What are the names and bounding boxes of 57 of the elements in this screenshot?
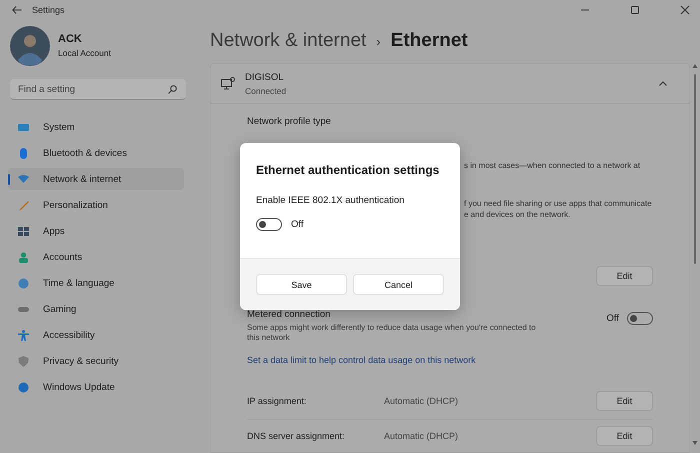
authentication-toggle[interactable] xyxy=(256,218,282,231)
description-text: f you need file sharing or use apps that communicate xyxy=(464,199,652,208)
profile-name: ACK xyxy=(58,33,83,45)
wifi-icon xyxy=(18,174,29,184)
metered-title: Metered connection xyxy=(247,309,332,320)
setting-label: DNS server assignment: xyxy=(247,431,346,441)
metered-toggle[interactable] xyxy=(627,312,653,325)
nav-item[interactable]: Gaming xyxy=(8,298,184,320)
shield-icon xyxy=(18,356,29,366)
toggle-state: Off xyxy=(606,313,619,324)
dialog-title: Ethernet authentication settings xyxy=(256,163,440,177)
breadcrumb-separator: › xyxy=(376,34,381,48)
cancel-button[interactable]: Cancel xyxy=(353,274,444,295)
setting-value: Automatic (DHCP) xyxy=(384,431,458,441)
back-arrow-icon[interactable] xyxy=(12,6,22,14)
connection-name: DIGISOL xyxy=(245,72,285,82)
avatar xyxy=(10,26,50,66)
nav-item[interactable]: Privacy & security xyxy=(8,350,184,372)
person-icon xyxy=(18,252,29,262)
setting-label: IP assignment: xyxy=(247,396,308,406)
maximize-icon[interactable] xyxy=(630,5,640,15)
nav-item[interactable]: Apps xyxy=(8,220,184,242)
nav-item[interactable]: Bluetooth & devices xyxy=(8,142,184,164)
edit-button[interactable]: Edit xyxy=(596,266,653,286)
nav-item[interactable]: Accounts xyxy=(8,246,184,268)
save-button[interactable]: Save xyxy=(256,274,347,295)
monitor-icon xyxy=(18,122,29,132)
data-limit-link[interactable]: Set a data limit to help control data usage on this network xyxy=(247,355,653,365)
nav-item[interactable]: Windows Update xyxy=(8,376,184,398)
page-title: Ethernet xyxy=(390,30,468,52)
nav-item[interactable]: Accessibility xyxy=(8,324,184,346)
brush-icon xyxy=(18,200,29,210)
search-field[interactable]: Find a setting xyxy=(10,79,186,100)
close-icon[interactable] xyxy=(680,5,690,15)
search-icon xyxy=(168,85,177,94)
scrollbar[interactable] xyxy=(691,62,699,447)
account-type: Local Account xyxy=(58,48,111,58)
nav-item[interactable]: Personalization xyxy=(8,194,184,216)
edit-button[interactable]: Edit xyxy=(596,391,653,411)
metered-description: Some apps might work differently to reduce data usage when you're connected to this network xyxy=(247,323,537,343)
breadcrumb-parent[interactable]: Network & internet xyxy=(210,30,366,52)
accessibility-icon xyxy=(18,330,29,340)
description-text: e and devices on the network. xyxy=(464,210,570,219)
connection-status: Connected xyxy=(245,86,288,96)
window-title: Settings xyxy=(32,5,65,15)
option-label: Enable IEEE 802.1X authentication xyxy=(256,195,404,206)
profile-type-label: Network profile type xyxy=(247,116,332,127)
edit-button[interactable]: Edit xyxy=(596,426,653,446)
setting-value: Automatic (DHCP) xyxy=(384,396,458,406)
description-text: s in most cases—when connected to a network at xyxy=(464,161,640,170)
toggle-state: Off xyxy=(291,219,304,230)
nav-item[interactable]: Network & internet xyxy=(8,168,184,190)
nav-item[interactable]: Time & language xyxy=(8,272,184,294)
computer-icon xyxy=(221,77,235,90)
apps-grid-icon xyxy=(18,226,29,236)
chevron-up-icon[interactable] xyxy=(659,81,667,86)
nav-item[interactable]: System xyxy=(8,116,184,138)
